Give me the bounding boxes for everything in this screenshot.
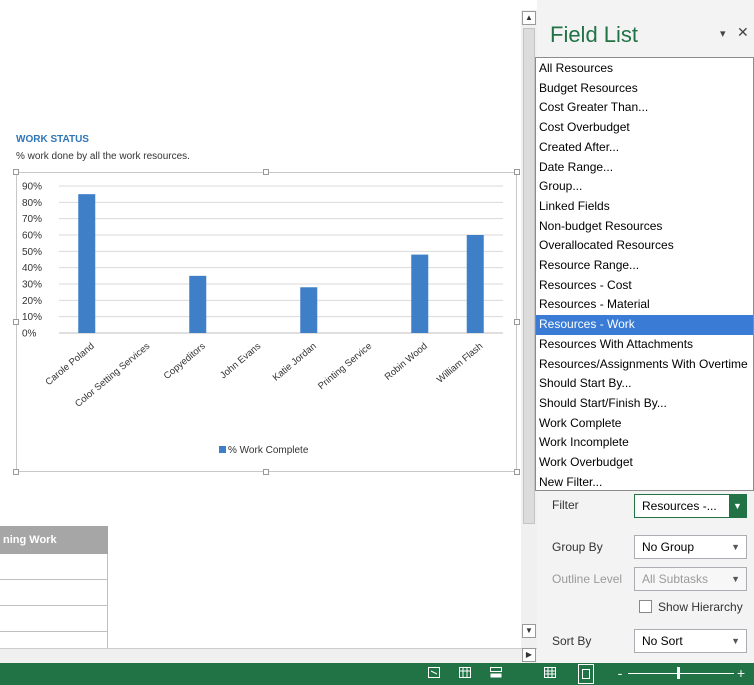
filter-menu-item[interactable]: Resources - Material [536, 295, 753, 315]
y-tick-label: 0% [22, 329, 37, 340]
chart-subtitle[interactable]: % work done by all the work resources. [16, 151, 190, 162]
horizontal-scrollbar[interactable] [0, 648, 537, 663]
zoom-slider-track[interactable] [628, 673, 734, 674]
filter-menu-item[interactable]: Created After... [536, 138, 753, 158]
filter-menu-item[interactable]: Work Complete [536, 414, 753, 434]
scroll-up-icon[interactable]: ▲ [522, 11, 536, 25]
bar [189, 275, 207, 333]
filter-value: Resources -... [642, 499, 717, 513]
x-tick-label: John Evans [218, 341, 263, 381]
resource-sheet-view-icon[interactable] [543, 667, 557, 680]
filter-menu-item[interactable]: All Resources [536, 59, 753, 79]
outline-level-label: Outline Level [552, 572, 623, 586]
group-by-select[interactable]: No Group ▼ [634, 535, 747, 559]
y-tick-label: 40% [22, 263, 42, 274]
filter-menu-item[interactable]: Should Start/Finish By... [536, 394, 753, 414]
sort-by-select[interactable]: No Sort ▼ [634, 629, 747, 653]
chevron-down-icon: ▼ [731, 542, 740, 552]
chart-title[interactable]: WORK STATUS [16, 134, 89, 145]
filter-menu-item[interactable]: Non-budget Resources [536, 217, 753, 237]
show-hierarchy-checkbox[interactable] [639, 600, 652, 613]
table-row[interactable] [0, 606, 108, 632]
filter-select[interactable]: Resources -... ▼ [634, 494, 747, 518]
filter-menu-item[interactable]: Should Start By... [536, 374, 753, 394]
filter-menu-item[interactable]: Resources/Assignments With Overtime [536, 355, 753, 375]
legend-swatch [219, 446, 226, 453]
table-row[interactable] [0, 632, 108, 648]
x-tick-label: Carole Poland [43, 341, 96, 388]
filter-menu-item[interactable]: Resources - Work [536, 315, 753, 335]
y-tick-label: 20% [22, 296, 42, 307]
table-row[interactable] [0, 580, 108, 606]
zoom-in-button[interactable]: + [734, 666, 748, 680]
filter-menu-item[interactable]: Group... [536, 177, 753, 197]
bar [466, 235, 484, 333]
show-hierarchy-label[interactable]: Show Hierarchy [658, 600, 743, 614]
work-status-chart: 0% 10% 20% 30% 40% 50% 60% 70% 80% 90% Carole Pola… [22, 182, 503, 456]
group-by-value: No Group [642, 540, 695, 554]
outline-level-value: All Subtasks [642, 572, 709, 586]
filter-menu-item[interactable]: Work Incomplete [536, 433, 753, 453]
y-tick-label: 60% [22, 231, 42, 242]
gantt-view-icon[interactable] [458, 667, 472, 680]
legend-label: % Work Complete [228, 445, 309, 456]
x-tick-label: Robin Wood [383, 341, 430, 383]
filter-label: Filter [552, 498, 579, 512]
bar [411, 254, 429, 333]
x-tick-label: Printing Service [316, 341, 374, 392]
x-tick-label: Copyeditors [162, 341, 208, 382]
filter-menu-item[interactable]: Linked Fields [536, 197, 753, 217]
scroll-down-icon[interactable]: ▼ [522, 624, 536, 638]
bar [78, 194, 96, 333]
sort-by-value: No Sort [642, 634, 683, 648]
table-header-remaining-work[interactable]: ning Work [0, 526, 108, 554]
filter-menu-item[interactable]: Work Overbudget [536, 453, 753, 473]
normal-view-icon[interactable] [427, 667, 441, 680]
task-usage-view-icon[interactable] [489, 667, 503, 680]
filter-menu-item[interactable]: New Filter... [536, 473, 753, 493]
table-row[interactable] [0, 554, 108, 580]
pane-options-icon[interactable]: ▾ [720, 27, 726, 40]
outline-level-select[interactable]: All Subtasks ▼ [634, 567, 747, 591]
scroll-right-icon[interactable]: ▶ [522, 648, 536, 662]
pane-title: Field List [550, 22, 639, 47]
sort-by-label: Sort By [552, 634, 592, 648]
x-tick-label: Katie Jordan [271, 341, 319, 384]
vertical-scroll-thumb[interactable] [523, 28, 535, 524]
filter-menu-item[interactable]: Cost Overbudget [536, 118, 753, 138]
filter-menu-item[interactable]: Resources With Attachments [536, 335, 753, 355]
filter-dropdown-list[interactable]: All Resources Budget Resources Cost Greate… [535, 57, 754, 491]
y-tick-label: 70% [22, 214, 42, 225]
chevron-down-icon: ▼ [731, 636, 740, 646]
x-tick-label: William Flash [435, 341, 485, 386]
y-tick-label: 10% [22, 312, 42, 323]
filter-menu-item[interactable]: Date Range... [536, 158, 753, 178]
zoom-out-button[interactable]: - [613, 666, 627, 680]
group-by-label: Group By [552, 540, 603, 554]
report-view-icon[interactable] [578, 664, 594, 684]
chevron-down-icon: ▼ [731, 574, 740, 584]
filter-menu-item[interactable]: Resources - Cost [536, 276, 753, 296]
filter-menu-item[interactable]: Budget Resources [536, 79, 753, 99]
y-tick-label: 30% [22, 280, 42, 291]
filter-menu-item[interactable]: Cost Greater Than... [536, 98, 753, 118]
bar [300, 287, 318, 333]
y-tick-label: 90% [22, 182, 42, 193]
y-tick-label: 50% [22, 247, 42, 258]
close-icon[interactable]: ✕ [737, 24, 749, 41]
chevron-down-icon[interactable]: ▼ [729, 495, 746, 517]
filter-menu-item[interactable]: Overallocated Resources [536, 236, 753, 256]
y-tick-label: 80% [22, 198, 42, 209]
status-bar [0, 663, 754, 685]
filter-menu-item[interactable]: Resource Range... [536, 256, 753, 276]
zoom-slider-thumb[interactable] [677, 667, 680, 679]
